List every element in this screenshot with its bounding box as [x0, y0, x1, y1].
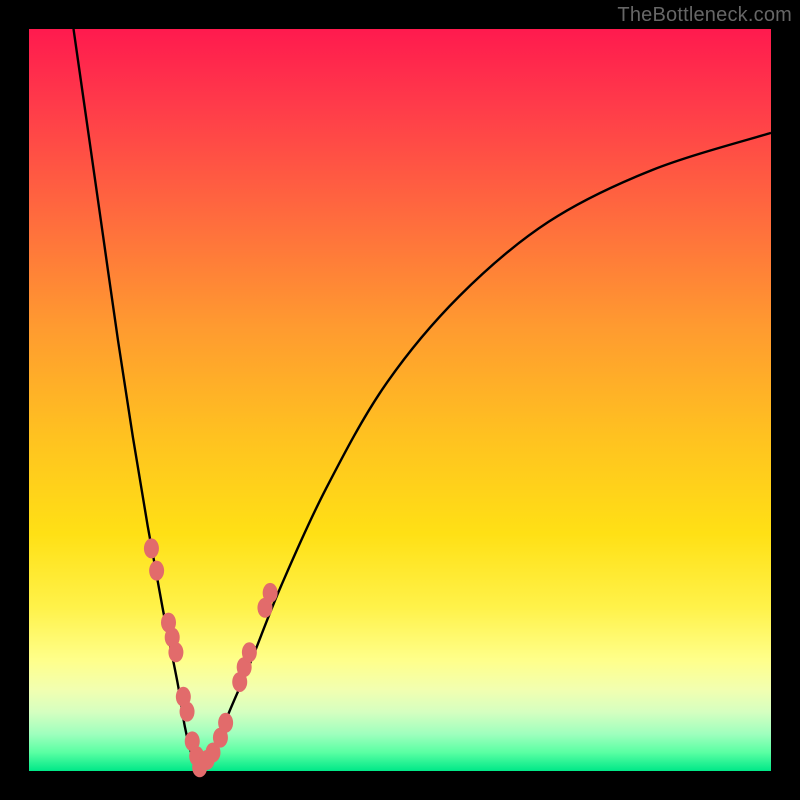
bead-marker: [149, 561, 164, 581]
bead-marker: [180, 702, 195, 722]
bead-marker: [144, 538, 159, 558]
bead-marker: [242, 642, 257, 662]
bead-marker: [168, 642, 183, 662]
plot-area: [29, 29, 771, 771]
bead-marker: [263, 583, 278, 603]
bead-marker: [218, 713, 233, 733]
watermark-text: TheBottleneck.com: [617, 4, 792, 27]
chart-frame: TheBottleneck.com: [0, 0, 800, 800]
chart-svg: [29, 29, 771, 771]
bead-group: [144, 538, 278, 777]
curve-right-branch: [200, 133, 771, 771]
